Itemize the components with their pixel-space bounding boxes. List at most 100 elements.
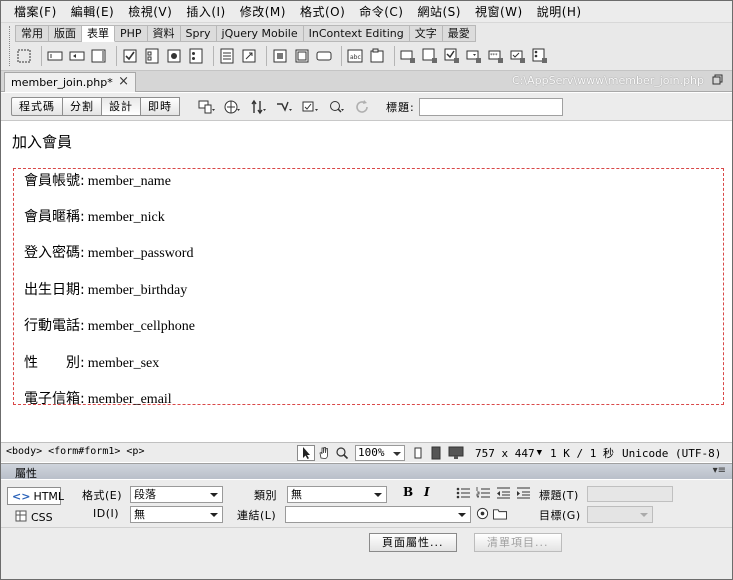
menu-insert[interactable]: 插入(I) [179,2,232,22]
radio-group-icon[interactable] [187,47,205,65]
file-field-icon[interactable] [293,47,311,65]
field-name[interactable]: member_password [88,246,194,262]
code-view-button[interactable]: 程式碼 [11,97,63,116]
menu-format[interactable]: 格式(O) [293,2,352,22]
zoom-tool-icon[interactable] [333,445,351,461]
document-tab[interactable]: member_join.php* × [4,72,136,92]
menu-view[interactable]: 檢視(V) [121,2,179,22]
zoom-select[interactable]: 100% [355,445,405,461]
design-view-button[interactable]: 設計 [101,97,141,116]
text-field-icon[interactable] [46,47,64,65]
menu-modify[interactable]: 修改(M) [233,2,293,22]
field-name[interactable]: member_email [88,392,172,408]
chevron-down-icon[interactable]: ▼ [537,448,542,458]
outdent-icon[interactable] [496,486,512,500]
checkbox-group-icon[interactable] [143,47,161,65]
menu-help[interactable]: 說明(H) [530,2,589,22]
tablet-size-icon[interactable] [427,445,445,461]
menu-bar: 檔案(F) 編輯(E) 檢視(V) 插入(I) 修改(M) 格式(O) 命令(C… [1,1,732,23]
spry-text-field-icon[interactable] [399,47,417,65]
field-name[interactable]: member_name [88,174,171,190]
file-management-icon[interactable] [246,97,272,117]
restore-window-icon[interactable] [712,74,724,86]
form-region[interactable]: 會員帳號: member_name 會員暱稱: member_nick 登入密碼… [13,168,724,408]
bold-button[interactable]: B [403,485,413,499]
tab-layout[interactable]: 版面 [49,25,82,42]
mobile-size-icon[interactable] [409,445,427,461]
select-tool-icon[interactable] [297,445,315,461]
checkbox-icon[interactable] [121,47,139,65]
design-canvas[interactable]: 加入會員 會員帳號: member_name 會員暱稱: member_nick… [1,122,732,442]
tab-spry[interactable]: Spry [180,25,217,42]
form-icon[interactable] [15,47,33,65]
italic-button[interactable]: I [424,485,430,499]
multiscreen-icon[interactable] [194,97,220,117]
spry-textarea-icon[interactable] [421,47,439,65]
label-icon[interactable]: abc [346,47,364,65]
refresh-icon[interactable] [350,97,376,117]
tab-jquery-mobile[interactable]: jQuery Mobile [216,25,304,42]
split-view-button[interactable]: 分割 [62,97,102,116]
radio-button-icon[interactable] [165,47,183,65]
spry-password-icon[interactable]: *** [487,47,505,65]
page-properties-button[interactable]: 頁面屬性... [369,533,457,552]
target-select[interactable] [587,506,653,523]
image-field-icon[interactable] [271,47,289,65]
list-item-button[interactable]: 清單項目... [474,533,562,552]
panel-menu-icon[interactable]: ▾≡ [713,465,726,476]
ordered-list-icon[interactable] [476,486,492,500]
spry-checkbox-icon[interactable] [443,47,461,65]
code-brackets-icon: <> [12,489,31,503]
w3c-validation-icon[interactable] [272,97,298,117]
window-size[interactable]: 757 x 447 [475,447,535,460]
visual-aids-icon[interactable] [324,97,350,117]
check-browser-icon[interactable] [298,97,324,117]
indent-icon[interactable] [516,486,532,500]
spry-radio-group-icon[interactable] [531,47,549,65]
hidden-field-icon[interactable] [68,47,86,65]
properties-header[interactable]: 屬性 ▾≡ [1,463,732,480]
tab-php[interactable]: PHP [115,25,148,42]
css-mode-button[interactable]: CSS [15,510,53,525]
tab-data[interactable]: 資料 [147,25,181,42]
tag-selector[interactable]: <body> <form#form1> <p> [6,446,144,457]
textarea-icon[interactable] [90,47,108,65]
link-input[interactable] [285,506,471,523]
preview-browser-icon[interactable] [220,97,246,117]
menu-edit[interactable]: 編輯(E) [64,2,121,22]
desktop-size-icon[interactable] [445,445,467,461]
tab-incontext-editing[interactable]: InContext Editing [303,25,410,42]
live-view-button[interactable]: 即時 [140,97,180,116]
button-icon[interactable] [315,47,333,65]
field-name[interactable]: member_birthday [88,283,188,299]
spry-select-icon[interactable] [465,47,483,65]
format-select[interactable]: 段落 [130,486,223,503]
title-input[interactable] [587,486,673,502]
menu-window[interactable]: 視窗(W) [468,2,530,22]
tab-text[interactable]: 文字 [409,25,443,42]
menu-commands[interactable]: 命令(C) [352,2,410,22]
field-name[interactable]: member_cellphone [88,319,195,335]
panel-grip[interactable] [9,26,12,66]
unordered-list-icon[interactable] [456,486,472,500]
hand-tool-icon[interactable] [315,445,333,461]
id-select[interactable]: 無 [130,506,223,523]
menu-site[interactable]: 網站(S) [411,2,468,22]
select-list-icon[interactable] [218,47,236,65]
spry-confirm-icon[interactable] [509,47,527,65]
field-name[interactable]: member_sex [88,356,160,372]
fieldset-icon[interactable] [368,47,386,65]
link-label: 連結(L) [237,509,277,522]
menu-file[interactable]: 檔案(F) [7,2,64,22]
field-name[interactable]: member_nick [88,210,165,226]
tab-forms[interactable]: 表單 [82,25,115,42]
tab-common[interactable]: 常用 [15,25,49,42]
close-icon[interactable]: × [118,74,129,89]
class-select[interactable]: 無 [287,486,387,503]
folder-icon[interactable] [492,507,508,523]
html-mode-button[interactable]: <> HTML [7,487,64,505]
jump-menu-icon[interactable] [240,47,258,65]
page-title-input[interactable] [418,97,563,116]
point-to-file-icon[interactable] [476,507,489,523]
tab-favorites[interactable]: 最愛 [442,25,476,42]
